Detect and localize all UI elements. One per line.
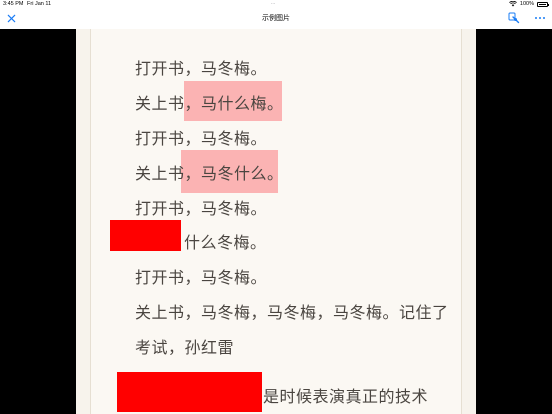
navigation-bar: 示例图片 <box>0 9 552 30</box>
status-right: 100% <box>509 1 549 7</box>
text-line: 什么冬梅。 <box>184 233 267 252</box>
multitasking-dots[interactable]: ... <box>271 0 275 6</box>
redaction-box <box>110 220 181 251</box>
text-line: 关上书，马冬梅，马冬梅，马冬梅。记住了 <box>135 303 449 322</box>
document-page: 打开书，马冬梅。 关上书，马什么梅。 打开书，马冬梅。 关上书，马冬什么。 打开… <box>90 29 462 414</box>
text-line: 关上书，马冬什么。 <box>135 164 284 183</box>
text-line: 打开书，马冬梅。 <box>135 199 268 218</box>
text-line: 打开书，马冬梅。 <box>135 59 268 78</box>
markup-icon[interactable] <box>508 12 520 24</box>
text-line: 打开书，马冬梅。 <box>135 129 268 148</box>
highlighted-text: 马冬什么。 <box>201 164 284 183</box>
wifi-icon <box>509 1 517 7</box>
text-line: 考试，孙红雷 <box>135 338 235 357</box>
battery-icon <box>537 1 549 7</box>
text-line: 关上书，马什么梅。 <box>135 94 284 113</box>
nav-actions <box>508 12 546 24</box>
page-title: 示例图片 <box>262 14 290 22</box>
battery-percent: 100% <box>519 1 534 7</box>
image-viewer[interactable]: 打开书，马冬梅。 关上书，马什么梅。 打开书，马冬梅。 关上书，马冬什么。 打开… <box>0 29 552 414</box>
text-line: 是时候表演真正的技术 <box>263 387 429 406</box>
status-date: Fri Jan 11 <box>27 1 52 7</box>
text-line: 打开书，马冬梅。 <box>135 268 268 287</box>
status-bar: 3:45 PM Fri Jan 11 ... 100% <box>0 0 552 9</box>
more-icon[interactable] <box>534 12 546 24</box>
redaction-box <box>117 372 262 412</box>
status-time: 3:45 PM <box>3 1 24 7</box>
highlighted-text: 马什么梅。 <box>201 94 284 113</box>
document-image: 打开书，马冬梅。 关上书，马什么梅。 打开书，马冬梅。 关上书，马冬什么。 打开… <box>76 29 476 414</box>
